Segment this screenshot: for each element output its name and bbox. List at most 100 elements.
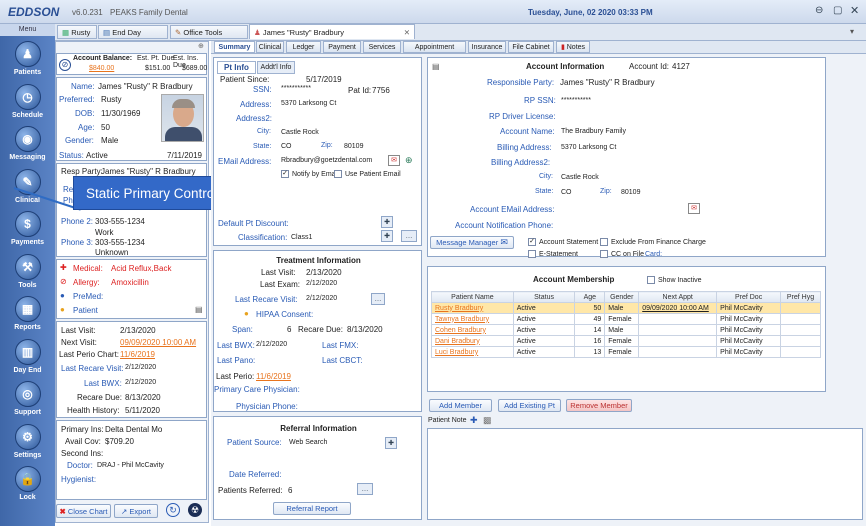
message-manager-button[interactable]: Message Manager ✉	[430, 236, 514, 249]
sidebar-item-support[interactable]: ◎ Support	[0, 376, 55, 422]
table-cell: Active	[512, 346, 576, 358]
sidebar-item-settings[interactable]: ⚙ Settings	[0, 419, 55, 465]
referrals-more-button[interactable]: …	[357, 483, 373, 495]
doc-tab-rusty[interactable]: ▦ Rusty	[57, 25, 97, 39]
export-icon: ↗	[120, 506, 128, 516]
show-inactive-checkbox[interactable]: Show Inactive	[647, 276, 702, 284]
table-cell	[780, 302, 821, 314]
doc-tab-patient[interactable]: ♟ James "Rusty" Bradbury ✕	[249, 24, 415, 39]
notify-email-checkbox[interactable]: ✓ Notify by Email	[281, 170, 339, 178]
sidebar-item-patients[interactable]: ♟ Patients	[0, 36, 55, 82]
table-row[interactable]: Dani Bradbury Active 16 Female Phil McCavity	[431, 335, 821, 347]
maximize-icon[interactable]: ▢	[833, 5, 842, 16]
tab-ledger[interactable]: Ledger	[286, 41, 321, 53]
table-row[interactable]: Rusty Bradbury Active 50 Male 09/09/2020 10:…	[431, 302, 821, 314]
patient-note-area[interactable]	[427, 428, 863, 520]
table-cell[interactable]: Luci Bradbury	[431, 346, 514, 358]
column-header[interactable]: Pref Hyg	[780, 291, 821, 303]
sidebar-item-clinical[interactable]: ✎ Clinical	[0, 164, 55, 210]
table-row[interactable]: Luci Bradbury Active 13 Female Phil McCavity	[431, 346, 821, 358]
table-cell: Phil McCavity	[716, 313, 782, 325]
column-header[interactable]: Pref Doc	[716, 291, 782, 303]
account-info-panel: ▤ Account Information Account Id: 4127 R…	[427, 57, 826, 258]
add-existing-pt-button[interactable]: Add Existing Pt	[498, 399, 561, 412]
support-icon: ◎	[14, 381, 41, 407]
tab-pt-info[interactable]: Pt Info	[217, 61, 256, 74]
table-cell[interactable]: Dani Bradbury	[431, 335, 514, 347]
note-delete-icon[interactable]: ▩	[483, 415, 492, 426]
tab-clinical[interactable]: Clinical	[256, 41, 284, 53]
day-end-icon: ▥	[14, 338, 41, 365]
account-balance-link[interactable]: $840.00	[89, 65, 114, 72]
account-email-icon[interactable]: ✉	[688, 203, 700, 214]
treatment-panel: Treatment Information Last Visit: 2/13/2…	[213, 250, 422, 412]
tab-insurance[interactable]: Insurance	[468, 41, 506, 53]
column-header[interactable]: Patient Name	[431, 291, 514, 303]
classification-more-button[interactable]: …	[401, 230, 417, 242]
table-cell: Phil McCavity	[716, 346, 782, 358]
patient-source-stepper[interactable]: ✚	[385, 437, 397, 449]
table-row[interactable]: Tawnya Bradbury Active 49 Female Phil McCavi…	[431, 313, 821, 325]
recare-more-button[interactable]: …	[371, 293, 385, 305]
sidebar-item-lock[interactable]: 🔒 Lock	[0, 461, 55, 507]
lock-icon: 🔒	[14, 466, 41, 492]
column-header[interactable]: Gender	[604, 291, 640, 303]
close-chart-button[interactable]: ✖ Close Chart	[56, 504, 111, 518]
medical-icon: ✚	[60, 263, 67, 272]
add-member-button[interactable]: Add Member	[429, 399, 492, 412]
column-header[interactable]: Age	[574, 291, 606, 303]
patient-note-label: Patient Note	[428, 417, 467, 424]
column-header[interactable]: Next Appt	[638, 291, 718, 303]
doc-tab-end-day[interactable]: ▤ End Day	[98, 25, 168, 39]
doc-tab-office-tools[interactable]: ✎ Office Tools	[170, 25, 248, 39]
account-statement-checkbox[interactable]: ✓ Account Statement	[528, 238, 598, 246]
email-envelope-icon[interactable]: ✉	[388, 155, 400, 166]
referral-report-button[interactable]: Referral Report	[273, 502, 351, 515]
tab-summary[interactable]: Summary	[214, 41, 255, 53]
discount-stepper[interactable]: ✚	[381, 216, 393, 228]
table-cell	[638, 335, 718, 347]
tab-file-cabinet[interactable]: File Cabinet	[508, 41, 554, 53]
use-patient-email-checkbox[interactable]: Use Patient Email	[334, 170, 401, 178]
note-add-icon[interactable]: ✚	[470, 415, 478, 426]
sidebar-item-day-end[interactable]: ▥ Day End	[0, 334, 55, 380]
tab-services[interactable]: Services	[363, 41, 401, 53]
patient-photo[interactable]	[161, 94, 204, 142]
print-icon[interactable]: ▤	[195, 305, 203, 314]
e-statement-checkbox[interactable]: E-Statement	[528, 250, 578, 258]
sidebar-item-reports[interactable]: ▦ Reports	[0, 291, 55, 337]
referral-title: Referral Information	[280, 424, 357, 433]
tab-addtl-info[interactable]: Addt'l Info	[257, 61, 295, 74]
classification-stepper[interactable]: ✚	[381, 230, 393, 242]
tab-list-dropdown-icon[interactable]: ▾	[850, 27, 854, 36]
remove-member-button[interactable]: Remove Member	[566, 399, 632, 412]
pin-icon[interactable]: ⊕	[198, 42, 204, 50]
tab-payment[interactable]: Payment	[323, 41, 361, 53]
restore-icon[interactable]: ⊖	[815, 5, 823, 16]
column-header[interactable]: Status	[512, 291, 576, 303]
export-button[interactable]: ↗ Export	[114, 504, 158, 518]
refresh-icon[interactable]: ↻	[166, 503, 180, 517]
cc-on-file-checkbox[interactable]: CC on File	[600, 250, 644, 258]
sidebar-item-payments[interactable]: $ Payments	[0, 206, 55, 252]
sidebar-item-messaging[interactable]: ◉ Messaging	[0, 121, 55, 167]
tools-icon: ⚒	[14, 253, 41, 280]
treatment-title: Treatment Information	[276, 256, 361, 265]
tab-appointment[interactable]: Appointment	[403, 41, 466, 53]
table-cell: 49	[574, 313, 606, 325]
table-row[interactable]: Cohen Bradbury Active 14 Male Phil McCavity	[431, 324, 821, 336]
biohazard-icon[interactable]: ☢	[188, 503, 202, 517]
table-cell[interactable]: Rusty Bradbury	[431, 302, 514, 314]
exclude-finance-checkbox[interactable]: Exclude From Finance Charge	[600, 238, 706, 246]
next-visit-link[interactable]: 09/09/2020 10:00 AM	[120, 338, 196, 347]
sidebar-item-tools[interactable]: ⚒ Tools	[0, 249, 55, 295]
last-perio-link[interactable]: 11/6/2019	[256, 372, 291, 381]
table-cell[interactable]: Tawnya Bradbury	[431, 313, 514, 325]
balance-icon: ⊘	[59, 59, 71, 71]
email-search-icon[interactable]: ⊕	[405, 155, 413, 166]
tab-notes[interactable]: ▮ Notes	[556, 41, 590, 53]
perio-chart-link[interactable]: 11/6/2019	[120, 350, 155, 359]
sidebar-item-schedule[interactable]: ◷ Schedule	[0, 79, 55, 125]
table-cell[interactable]: Cohen Bradbury	[431, 324, 514, 336]
close-icon[interactable]: ✕	[850, 4, 859, 17]
